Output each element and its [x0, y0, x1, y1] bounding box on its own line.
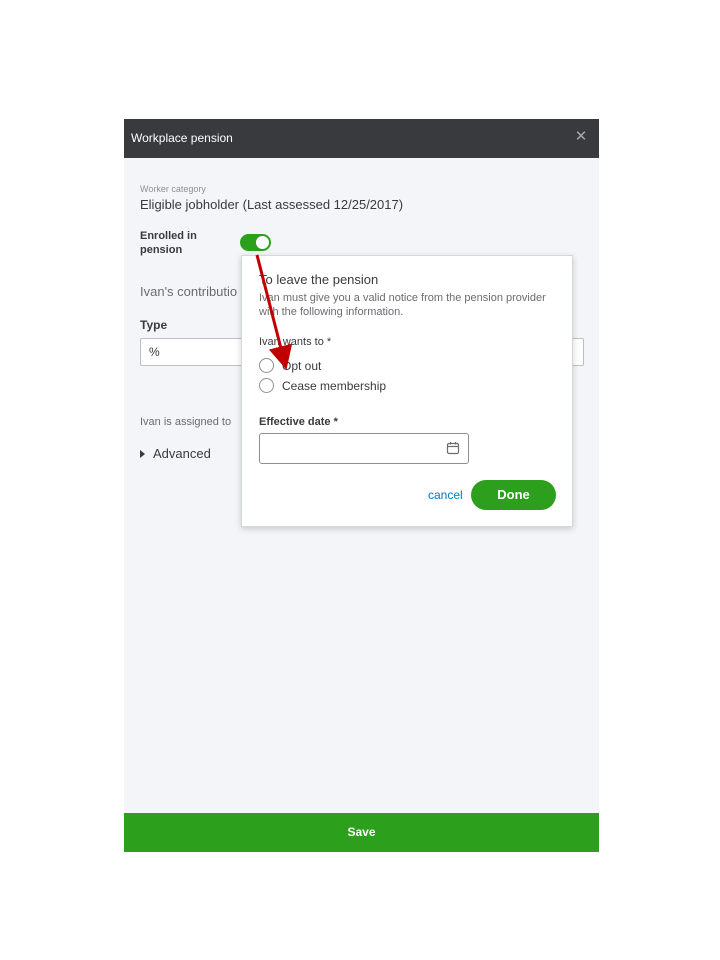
type-select-value: % [149, 345, 160, 359]
assigned-text: Ivan is assigned to [140, 416, 232, 428]
type-select[interactable]: % [140, 338, 250, 366]
contribution-text: Ivan's contributio [140, 284, 238, 299]
effective-date-label: Effective date * [259, 416, 338, 428]
effective-date-input[interactable] [259, 433, 469, 464]
advanced-label: Advanced [153, 446, 211, 461]
triangle-right-icon [140, 450, 145, 458]
type-label: Type [140, 318, 168, 332]
popover-description: Ivan must give you a valid notice from t… [259, 292, 546, 318]
toggle-knob [256, 236, 269, 249]
radio-button[interactable] [259, 358, 274, 373]
close-icon[interactable]: ✕ [572, 128, 590, 146]
radio-label-opt-out: Opt out [282, 359, 322, 373]
radio-button[interactable] [259, 378, 274, 393]
radio-label-cease-membership: Cease membership [282, 379, 387, 393]
calendar-icon[interactable] [446, 441, 460, 455]
save-label: Save [347, 825, 376, 839]
worker-category-label: Worker category [140, 184, 206, 194]
cancel-link[interactable]: cancel [428, 488, 463, 502]
leave-pension-popover: To leave the pension Ivan must give you … [241, 255, 573, 527]
save-button[interactable]: Save [124, 813, 599, 852]
done-button[interactable]: Done [471, 480, 556, 510]
enrolled-toggle[interactable] [240, 234, 271, 251]
panel-header: Workplace pension ✕ [124, 119, 599, 158]
wants-label: Ivan wants to * [259, 336, 332, 348]
panel-title: Workplace pension [131, 131, 233, 145]
worker-category-value: Eligible jobholder (Last assessed 12/25/… [140, 197, 404, 212]
enrolled-label: Enrolled in pension [140, 230, 197, 256]
popover-title: To leave the pension [259, 272, 379, 287]
